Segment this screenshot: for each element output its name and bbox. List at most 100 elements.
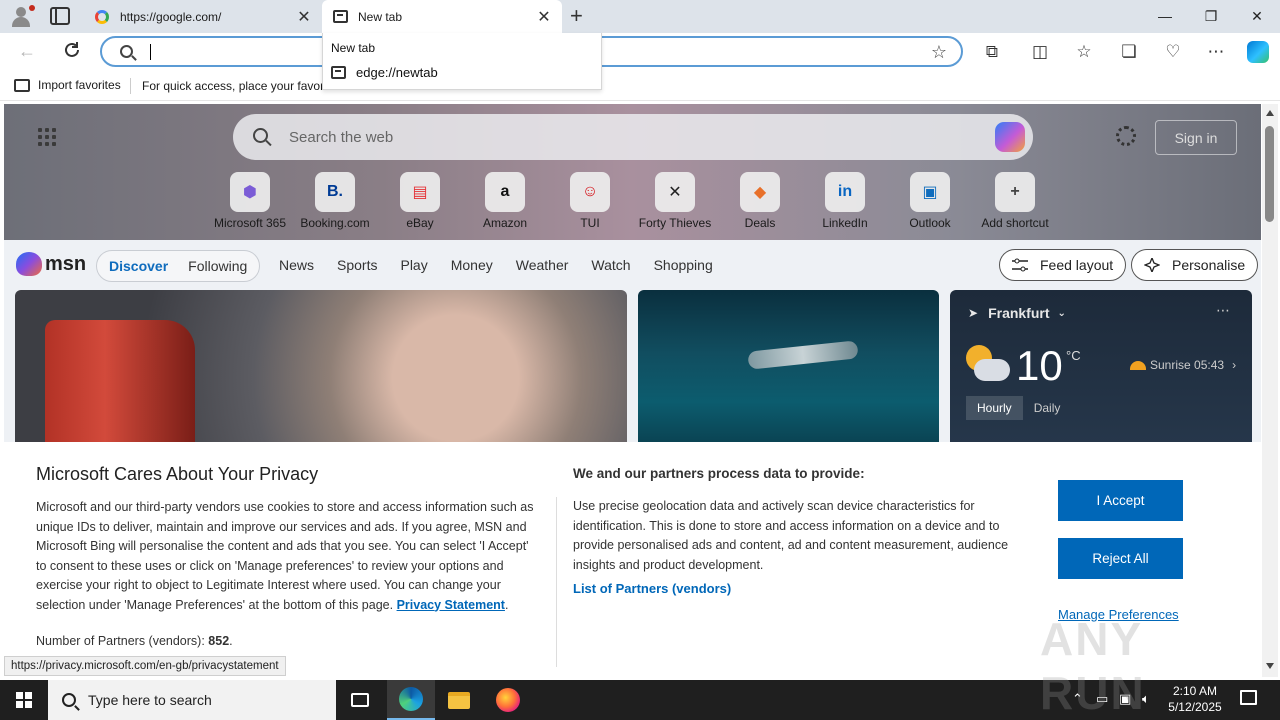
close-window-button[interactable]: ✕ [1234,0,1280,32]
shortcut-label: eBay [406,216,434,230]
copilot-icon[interactable] [995,122,1025,152]
nav-news[interactable]: News [279,257,314,273]
shortcut-label: TUI [580,216,600,230]
taskbar-firefox-button[interactable] [484,680,532,720]
new-tab-button[interactable]: + [570,3,583,29]
taskbar-explorer-button[interactable] [435,680,483,720]
news-card-swimmer[interactable] [638,290,939,450]
nav-watch[interactable]: Watch [591,257,630,273]
start-button[interactable] [0,680,48,720]
more-options-icon[interactable]: ⋯ [1216,302,1230,319]
nav-sports[interactable]: Sports [337,257,377,273]
weather-card[interactable]: ➤ Frankfurt ⌄ ⋯ 10 °C Sunrise 05:43 › Ho… [950,290,1252,450]
text-caret [150,44,151,60]
taskbar-search-box[interactable]: Type here to search [48,680,336,720]
msn-logo[interactable]: msn [16,252,86,276]
favorite-star-icon[interactable]: ☆ [931,42,947,63]
refresh-icon[interactable] [62,40,82,60]
search-icon [253,128,268,143]
tab-following[interactable]: Following [188,258,247,274]
swimmer-image [747,340,859,370]
weather-location[interactable]: ➤ Frankfurt ⌄ [968,305,1066,321]
shortcut-label: Deals [744,216,776,230]
shortcut-tile[interactable]: ⬢ Microsoft 365 [210,172,290,230]
browser-essentials-icon[interactable]: ♡ [1161,40,1185,64]
temperature-unit[interactable]: °C [1066,348,1081,363]
dropdown-header: New tab [331,41,376,55]
tab-google[interactable]: https://google.com/ ✕ [84,0,322,33]
sign-in-button[interactable]: Sign in [1155,120,1237,155]
shortcut-icon: ◆ [740,172,780,212]
shortcut-tile[interactable]: ▣ Outlook [890,172,970,230]
close-tab-icon[interactable]: ✕ [296,7,312,27]
msn-category-links: News Sports Play Money Weather Watch Sho… [279,257,736,273]
nav-play[interactable]: Play [400,257,427,273]
firefox-icon [496,688,520,712]
reject-all-button[interactable]: Reject All [1058,538,1183,579]
task-view-icon [351,693,369,707]
web-search-box[interactable] [233,114,1033,160]
shortcut-tile[interactable]: ✕ Forty Thieves [635,172,715,230]
shortcut-tile[interactable]: ▤ eBay [380,172,460,230]
shortcut-tile[interactable]: ◆ Deals [720,172,800,230]
nav-money[interactable]: Money [451,257,493,273]
shortcut-icon: ⬢ [230,172,270,212]
restore-button[interactable]: ❐ [1188,0,1234,32]
news-card-lead[interactable] [15,290,627,450]
list-partners-link[interactable]: List of Partners (vendors) [573,581,731,596]
scroll-thumb[interactable] [1265,126,1274,222]
scroll-down-icon[interactable] [1266,663,1274,669]
shortcut-tile[interactable]: ☺ TUI [550,172,630,230]
search-icon [120,45,133,58]
split-screen-icon[interactable]: ◫ [1028,40,1052,64]
data-purposes-body: Use precise geolocation data and activel… [573,499,1009,572]
back-arrow-icon[interactable]: ← [18,41,36,62]
daily-tab[interactable]: Daily [1023,396,1072,420]
tab-title: https://google.com/ [120,9,222,24]
tab-new-tab[interactable]: New tab ✕ [322,0,562,33]
new-tab-favicon-icon [332,9,348,25]
import-favorites-button[interactable]: Import favorites [14,78,121,92]
nav-shopping[interactable]: Shopping [654,257,713,273]
sunrise-info[interactable]: Sunrise 05:43 › [1130,358,1236,372]
web-search-input[interactable] [289,126,929,148]
extensions-icon[interactable]: ⧉ [980,40,1004,64]
import-favorites-label: Import favorites [38,78,121,92]
feed-layout-button[interactable]: Feed layout [999,249,1127,281]
shortcut-tile[interactable]: a Amazon [465,172,545,230]
favorites-bar: Import favorites For quick access, place… [0,71,1280,101]
task-view-button[interactable] [336,680,384,720]
gear-icon[interactable] [1116,126,1136,146]
close-tab-icon[interactable]: ✕ [536,7,552,27]
favorites-icon[interactable]: ☆ [1072,40,1096,64]
shortcut-label: LinkedIn [822,216,868,230]
shortcut-tile[interactable]: + Add shortcut [975,172,1055,230]
hourly-tab[interactable]: Hourly [966,396,1023,420]
dropdown-suggestion[interactable]: edge://newtab [331,65,438,80]
shortcut-tile[interactable]: in LinkedIn [805,172,885,230]
collections-icon[interactable]: ❏ [1117,40,1141,64]
settings-more-icon[interactable]: ⋯ [1204,40,1228,64]
tab-discover[interactable]: Discover [109,258,168,274]
taskbar-edge-button[interactable] [387,680,435,720]
sunrise-icon [1130,360,1146,370]
profile-avatar-icon[interactable] [8,4,35,30]
divider [556,497,557,667]
search-icon [62,693,76,707]
partners-count-label: Number of Partners (vendors): [36,634,205,648]
shortcut-tile[interactable]: B. Booking.com [295,172,375,230]
sparkle-icon [1144,258,1160,272]
accept-button[interactable]: I Accept [1058,480,1183,521]
nav-weather[interactable]: Weather [516,257,569,273]
privacy-statement-link[interactable]: Privacy Statement [397,598,505,612]
chevron-down-icon: ⌄ [1057,307,1066,319]
copilot-icon[interactable] [1246,40,1270,64]
privacy-body-text: Microsoft and our third-party vendors us… [36,500,534,612]
scroll-up-icon[interactable] [1266,110,1274,116]
page-scrollbar[interactable] [1262,104,1278,677]
app-launcher-icon[interactable] [38,128,56,146]
shortcut-icon: B. [315,172,355,212]
minimize-button[interactable]: — [1142,0,1188,32]
personalise-button[interactable]: Personalise [1131,249,1259,281]
tab-actions-icon[interactable] [50,7,70,25]
